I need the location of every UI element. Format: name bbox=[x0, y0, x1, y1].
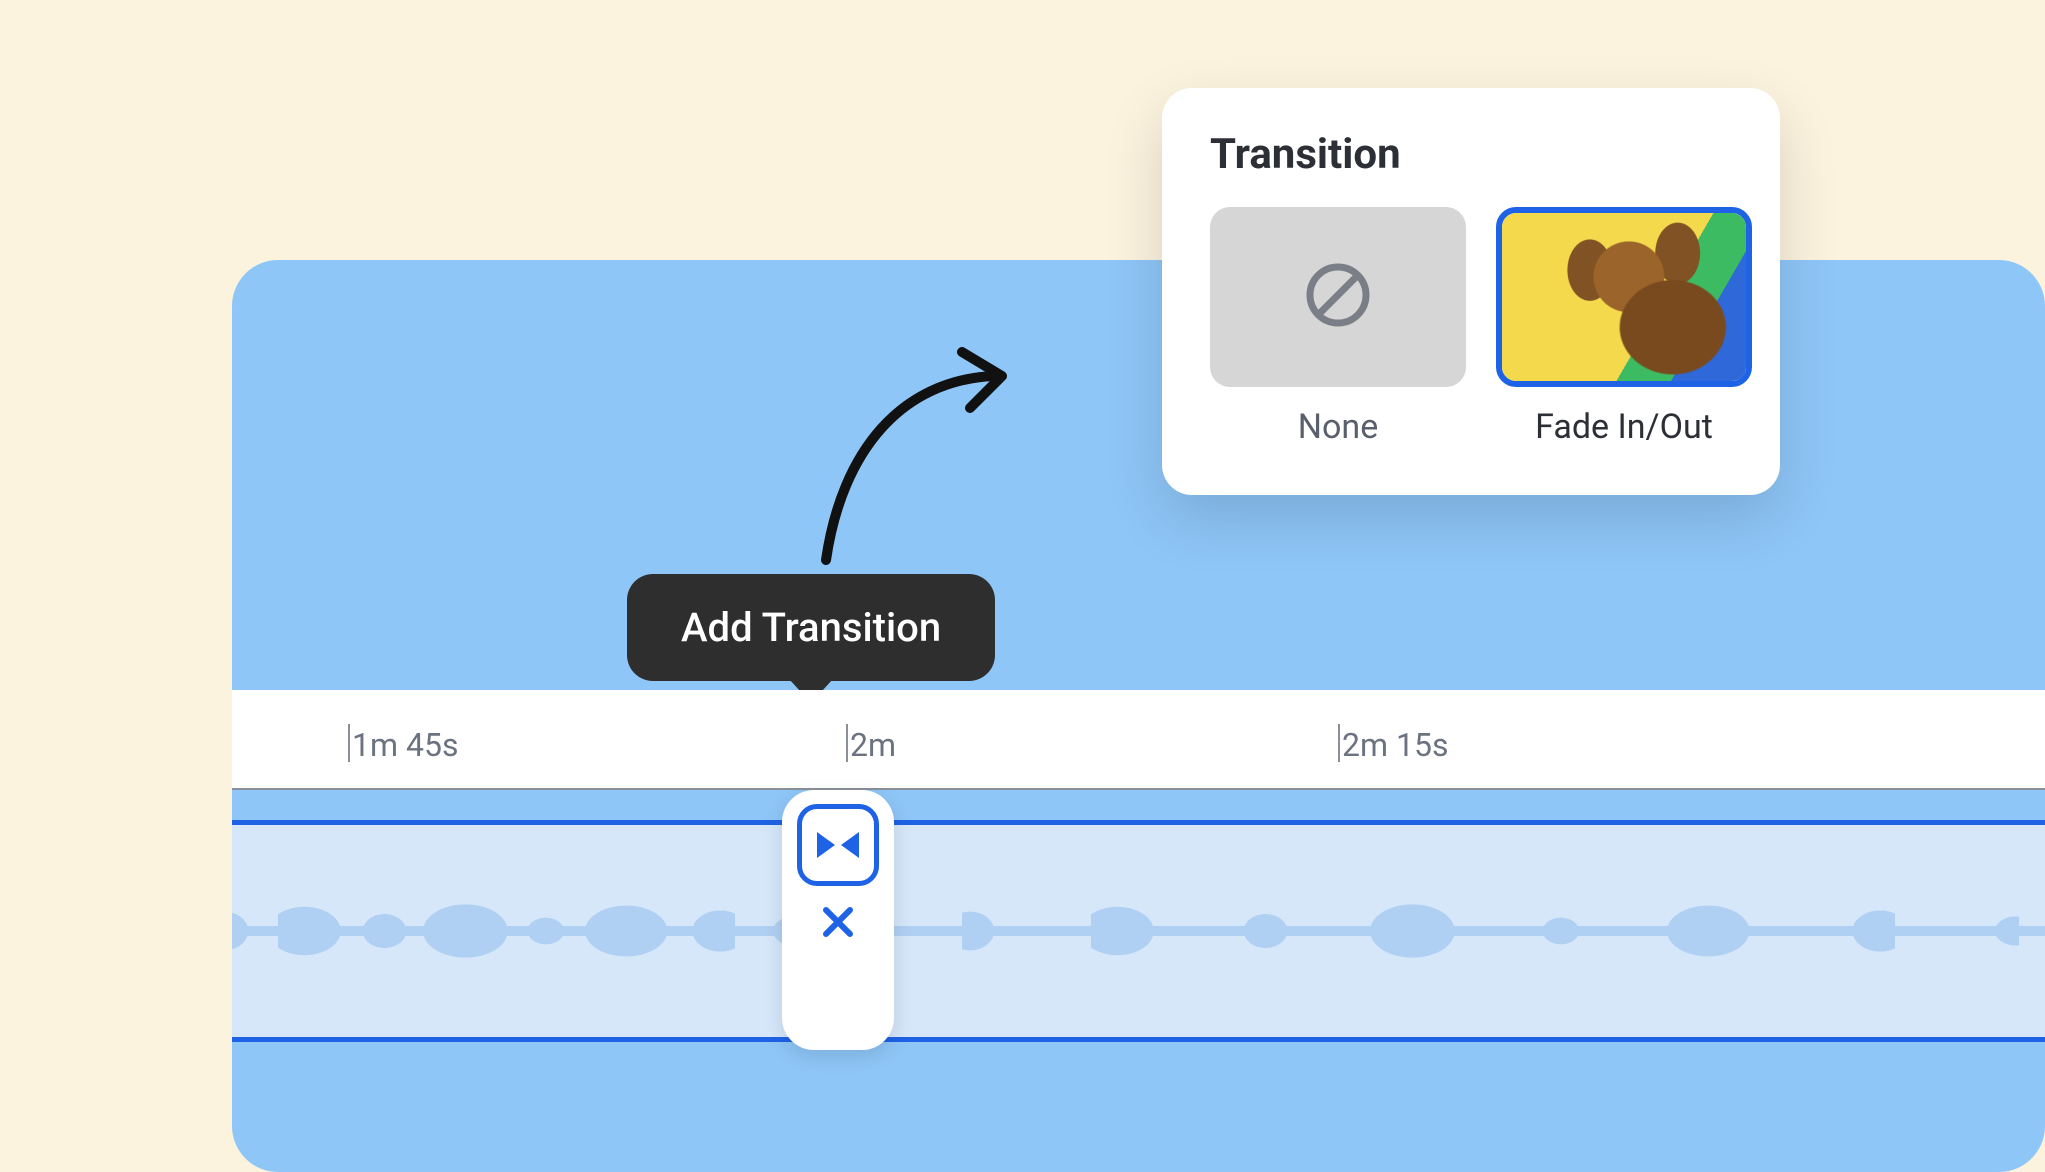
transition-panel: Transition None Fade In/Out bbox=[1162, 88, 1780, 495]
panel-title: Transition bbox=[1210, 130, 1732, 179]
transition-option-none[interactable]: None bbox=[1210, 207, 1466, 447]
thumb-none bbox=[1210, 207, 1466, 387]
clip-b[interactable] bbox=[842, 820, 2045, 1042]
arrow-icon bbox=[802, 340, 1042, 570]
clip-lane bbox=[232, 820, 2045, 1080]
timecode-ruler[interactable]: 1m 45s 2m 2m 15s bbox=[232, 690, 2045, 790]
transition-options: None Fade In/Out bbox=[1210, 207, 1732, 447]
thumb-fade bbox=[1496, 207, 1752, 387]
clip-a[interactable] bbox=[232, 820, 832, 1042]
preview-image bbox=[1502, 213, 1746, 381]
transition-icon bbox=[815, 830, 861, 860]
option-label: Fade In/Out bbox=[1535, 407, 1713, 447]
transition-option-fade[interactable]: Fade In/Out bbox=[1496, 207, 1752, 447]
timecode-tick: 1m 45s bbox=[352, 726, 458, 764]
option-label: None bbox=[1298, 407, 1378, 447]
none-icon bbox=[1303, 260, 1373, 334]
transition-handle bbox=[782, 790, 894, 1050]
tooltip-label: Add Transition bbox=[681, 604, 941, 651]
add-transition-tooltip: Add Transition bbox=[627, 574, 995, 681]
close-icon bbox=[820, 904, 856, 944]
timecode-tick: 2m 15s bbox=[1342, 726, 1448, 764]
add-transition-button[interactable] bbox=[797, 804, 879, 886]
timecode-tick: 2m bbox=[850, 726, 896, 764]
remove-transition-button[interactable] bbox=[814, 900, 862, 948]
